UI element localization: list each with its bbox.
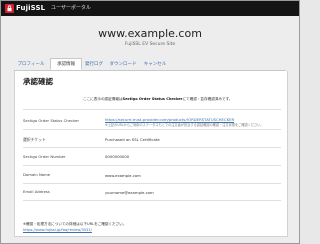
approval-panel: 承認確認 ここに表示の認証情報はSectigo Order Status Che… [14, 71, 288, 237]
row-value-ticket: Purchased an SSL Certificate [105, 137, 160, 142]
app-window: FujiSSL ユーザーポータル www.example.com FujiSSL… [0, 0, 300, 244]
divider [23, 129, 281, 130]
logo-text[interactable]: FujiSSL [16, 4, 45, 13]
intro-prefix: ここに表示の認証情報は [83, 97, 123, 101]
faq-link[interactable]: https://www.fujissl.jp/faq/review/3531/ [23, 228, 92, 232]
site-title: www.example.com [98, 27, 202, 40]
row-value-order-number: 0000000000 [105, 154, 130, 159]
site-subtitle: FujiSSL EV Secure Site [124, 42, 176, 47]
row-value-order-status-checker: https://secure.trust-provider.com/produc… [105, 117, 264, 127]
fujissl-logo-icon [5, 4, 14, 13]
top-bar: FujiSSL ユーザーポータル [1, 1, 299, 16]
intro-bold: Sectigo Order Status Checker [122, 97, 183, 101]
tab-profile[interactable]: プロフィール [14, 59, 48, 69]
row-label-domain-name: Domain Name [23, 172, 51, 177]
tab-label: プロフィール [17, 62, 45, 67]
tab-bar: プロフィール 承認情報 発行ログ ダウンロード キャンセル [14, 58, 286, 71]
tab-label: 承認情報 [57, 62, 75, 67]
row-label-email: Email Address [23, 189, 50, 194]
divider [23, 165, 281, 166]
row-value-domain-name: www.example.com [105, 173, 141, 178]
order-status-checker-note: ※上記のURLからご利用のステータスもとでの注文者が担当する認証確認の確認・注文… [105, 123, 264, 127]
tab-issue-log[interactable]: 発行ログ [83, 59, 105, 69]
tab-label: キャンセル [143, 62, 167, 67]
footer-note: ※確認・処理方法についての詳細は以下URLをご確認ください。 [23, 222, 127, 226]
row-label-order-number: Sectigo Order Number [23, 154, 66, 159]
portal-label: ユーザーポータル [51, 5, 91, 11]
row-value-email: yourname@example.com [105, 190, 154, 195]
tab-download[interactable]: ダウンロード [107, 59, 139, 69]
panel-title: 承認確認 [23, 77, 53, 86]
divider [23, 109, 281, 110]
tab-approval-info[interactable]: 承認情報 [50, 58, 82, 70]
tab-label: 発行ログ [85, 62, 103, 67]
divider [23, 183, 281, 184]
divider [23, 200, 281, 201]
intro-suffix: にて確認・並存確認済みです。 [182, 97, 233, 101]
row-label-order-status-checker: Sectigo Order Status Checker [23, 118, 80, 123]
intro-text: ここに表示の認証情報はSectigo Order Status Checkerに… [83, 97, 232, 102]
tab-label: ダウンロード [109, 62, 137, 67]
row-label-ticket: 選択チケット [23, 137, 46, 142]
tab-cancel[interactable]: キャンセル [142, 59, 168, 69]
divider [23, 147, 281, 148]
